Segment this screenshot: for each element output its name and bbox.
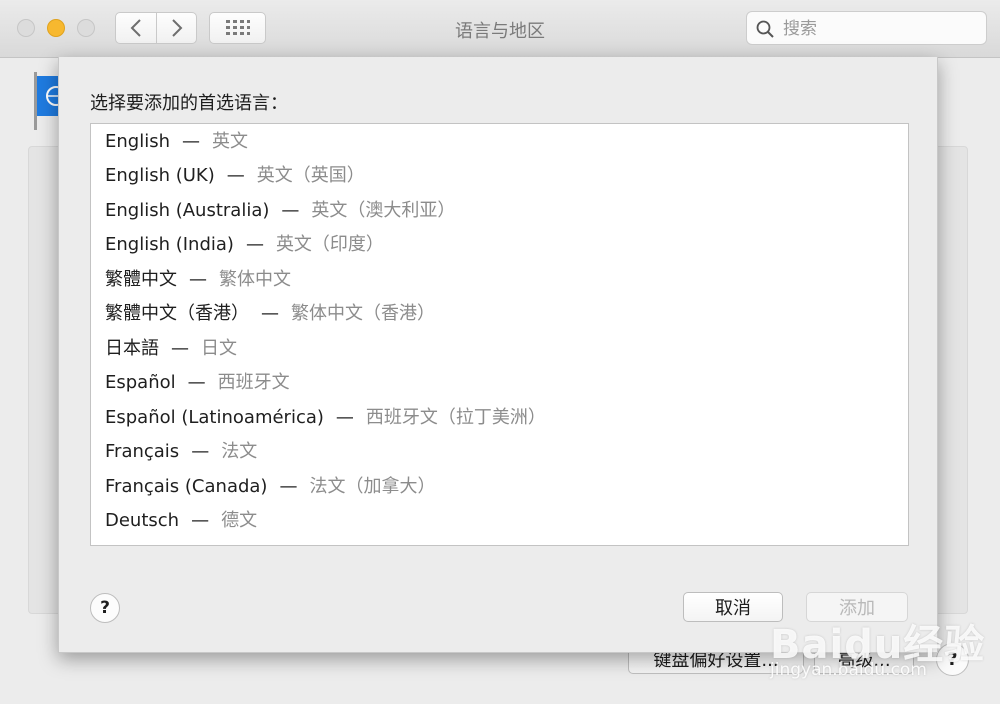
language-row[interactable]: 繁體中文（香港） — 繁体中文（香港） bbox=[105, 297, 435, 331]
window-title: 语言与地区 bbox=[455, 21, 545, 42]
language-native-name: Deutsch bbox=[105, 510, 180, 531]
search-field[interactable] bbox=[746, 11, 987, 45]
language-row[interactable]: 繁體中文 — 繁体中文 bbox=[105, 263, 291, 297]
language-chinese-name: 繁体中文 bbox=[219, 269, 291, 290]
back-forward-control bbox=[115, 12, 197, 44]
language-native-name: Français (Canada) bbox=[105, 476, 268, 497]
language-row[interactable]: Deutsch — 德文 bbox=[105, 504, 257, 538]
separator-dash: — bbox=[335, 407, 354, 428]
language-native-name: Français bbox=[105, 441, 180, 462]
language-native-name: English (UK) bbox=[105, 165, 215, 186]
sheet-title: 选择要添加的首选语言： bbox=[90, 93, 288, 114]
separator-dash: — bbox=[226, 165, 245, 186]
separator-dash: — bbox=[191, 441, 210, 462]
separator-dash: — bbox=[261, 303, 279, 324]
language-chinese-name: 英文（英国） bbox=[256, 165, 365, 186]
language-chinese-name: 英文（印度） bbox=[275, 234, 384, 255]
language-native-name: Español bbox=[105, 372, 176, 393]
chevron-right-icon bbox=[172, 19, 183, 37]
language-native-name: English (Australia) bbox=[105, 200, 270, 221]
show-all-button[interactable] bbox=[209, 12, 266, 44]
cancel-button[interactable]: 取消 bbox=[683, 592, 783, 622]
separator-dash: — bbox=[279, 476, 298, 497]
language-chinese-name: 西班牙文（拉丁美洲） bbox=[365, 407, 546, 428]
separator-dash: — bbox=[182, 131, 200, 152]
language-row[interactable]: Español (Latinoamérica) — 西班牙文（拉丁美洲） bbox=[105, 401, 546, 435]
language-row[interactable]: Français — 法文 bbox=[105, 435, 257, 469]
add-button[interactable]: 添加 bbox=[806, 592, 908, 622]
forward-button[interactable] bbox=[157, 13, 197, 43]
language-native-name: English (India) bbox=[105, 234, 234, 255]
language-row[interactable]: English (India) — 英文（印度） bbox=[105, 228, 384, 262]
language-native-name: 繁體中文（香港） bbox=[105, 303, 249, 324]
grid-icon bbox=[225, 20, 250, 35]
language-chinese-name: 法文（加拿大） bbox=[309, 476, 436, 497]
language-native-name: 繁體中文 bbox=[105, 269, 177, 290]
search-icon bbox=[756, 20, 774, 38]
separator-dash: — bbox=[281, 200, 300, 221]
language-chinese-name: 西班牙文 bbox=[217, 372, 290, 393]
window-toolbar: 语言与地区 bbox=[0, 0, 1000, 58]
sheet-help-button[interactable]: ? bbox=[90, 593, 120, 623]
chevron-left-icon bbox=[130, 19, 141, 37]
language-row[interactable]: Español — 西班牙文 bbox=[105, 366, 290, 400]
language-native-name: Español (Latinoamérica) bbox=[105, 407, 324, 428]
separator-dash: — bbox=[189, 269, 207, 290]
minimize-window-button[interactable] bbox=[47, 19, 65, 37]
language-row[interactable]: English — 英文 bbox=[105, 125, 248, 159]
zoom-window-button[interactable] bbox=[77, 19, 95, 37]
add-language-sheet: 选择要添加的首选语言： English — 英文 English (UK) — 英文（英… bbox=[58, 57, 938, 653]
language-chinese-name: 德文 bbox=[221, 510, 258, 531]
language-native-name: English bbox=[105, 131, 170, 152]
language-row[interactable]: English (Australia) — 英文（澳大利亚） bbox=[105, 194, 455, 228]
close-window-button[interactable] bbox=[17, 19, 35, 37]
separator-dash: — bbox=[187, 372, 206, 393]
language-chinese-name: 英文 bbox=[212, 131, 248, 152]
help-button[interactable]: ? bbox=[936, 643, 969, 676]
language-native-name: 日本語 bbox=[105, 338, 159, 359]
language-chinese-name: 日文 bbox=[201, 338, 237, 359]
language-row[interactable]: 日本語 — 日文 bbox=[105, 332, 237, 366]
language-chinese-name: 繁体中文（香港） bbox=[291, 303, 435, 324]
language-row[interactable]: English (UK) — 英文（英国） bbox=[105, 159, 365, 193]
language-chinese-name: 法文 bbox=[221, 441, 258, 462]
separator-dash: — bbox=[171, 338, 189, 359]
search-input[interactable] bbox=[781, 16, 980, 42]
language-list[interactable]: English — 英文 English (UK) — 英文（英国） English (… bbox=[90, 123, 909, 546]
language-chinese-name: 英文（澳大利亚） bbox=[311, 200, 456, 221]
separator-dash: — bbox=[191, 510, 210, 531]
language-row[interactable]: Français (Canada) — 法文（加拿大） bbox=[105, 470, 435, 504]
separator-dash: — bbox=[245, 234, 264, 255]
back-button[interactable] bbox=[116, 13, 156, 43]
